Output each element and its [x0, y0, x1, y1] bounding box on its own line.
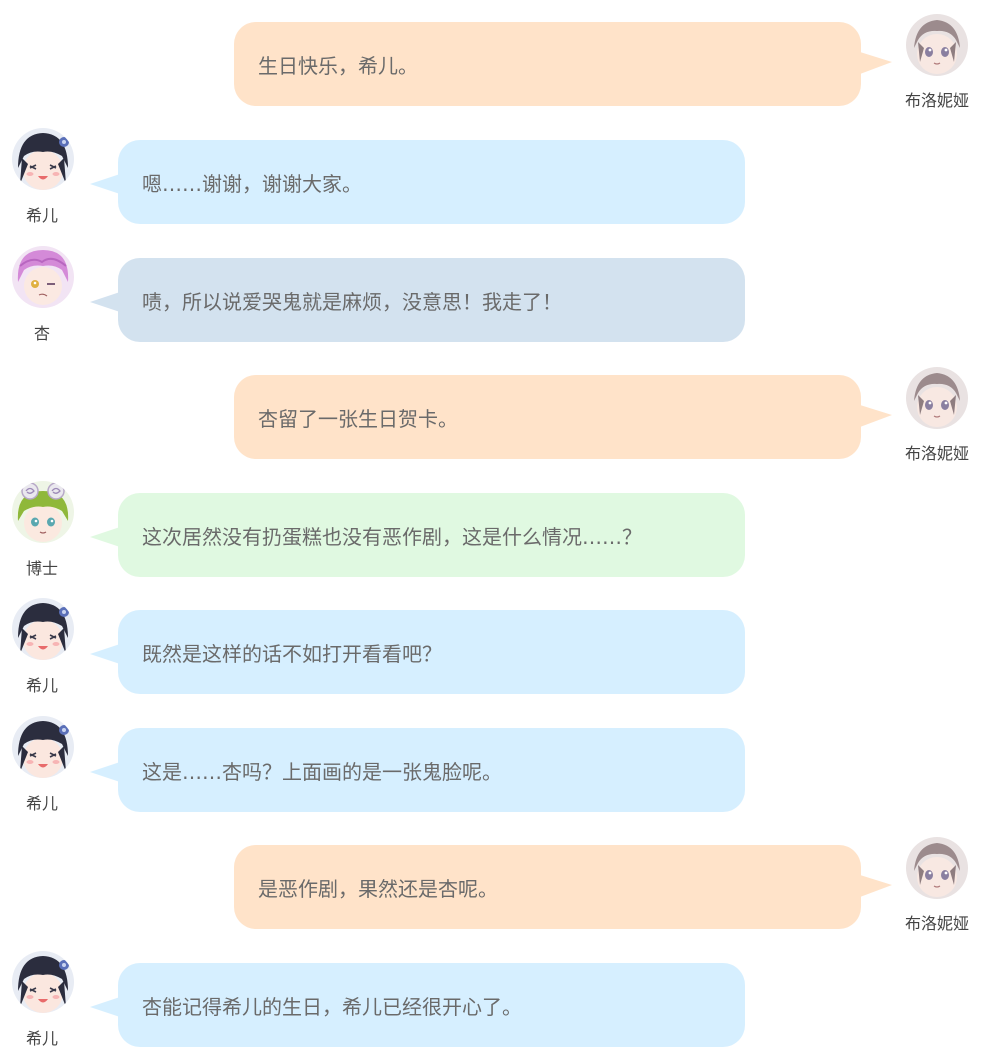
seele-avatar[interactable]: [12, 716, 74, 778]
chat-message: 这次居然没有扔蛋糕也没有恶作剧，这是什么情况……？ 博士: [0, 471, 987, 578]
speaker-name: 布洛妮娅: [904, 914, 969, 933]
message-bubble[interactable]: 生日快乐，希儿。: [234, 22, 861, 106]
message-text: 是恶作剧，果然还是杏呢。: [258, 876, 498, 901]
speaker-name: 希儿: [25, 206, 58, 225]
message-text: 这次居然没有扔蛋糕也没有恶作剧，这是什么情况……？: [142, 524, 642, 549]
message-text: 杏能记得希儿的生日，希儿已经很开心了。: [142, 994, 522, 1019]
message-bubble[interactable]: 既然是这样的话不如打开看看吧？: [118, 610, 745, 694]
speaker-name: 希儿: [25, 794, 58, 813]
chat-message: 嗯……谢谢，谢谢大家。 希儿: [0, 118, 987, 225]
bronya-avatar[interactable]: [906, 14, 968, 76]
message-text: 生日快乐，希儿。: [258, 53, 418, 78]
message-bubble[interactable]: 嗯……谢谢，谢谢大家。: [118, 140, 745, 224]
speaker-name: 布洛妮娅: [904, 91, 969, 110]
doctor-avatar[interactable]: [12, 481, 74, 543]
speaker-name: 博士: [25, 559, 58, 578]
bubble-tail: [90, 174, 120, 194]
message-bubble[interactable]: 杏能记得希儿的生日，希儿已经很开心了。: [118, 963, 745, 1047]
message-bubble[interactable]: 是恶作剧，果然还是杏呢。: [234, 845, 861, 929]
message-text: 这是……杏吗？上面画的是一张鬼脸呢。: [142, 759, 502, 784]
message-bubble[interactable]: 啧，所以说爱哭鬼就是麻烦，没意思！我走了！: [118, 258, 745, 342]
bronya-avatar[interactable]: [906, 837, 968, 899]
bubble-tail: [90, 292, 120, 312]
chat-message: 杏能记得希儿的生日，希儿已经很开心了。 希儿: [0, 941, 987, 1048]
chat-message: 杏留了一张生日贺卡。 布洛妮娅: [0, 353, 987, 463]
chat-message: 啧，所以说爱哭鬼就是麻烦，没意思！我走了！ 杏: [0, 236, 987, 343]
bubble-tail: [90, 762, 120, 782]
seele-avatar[interactable]: [12, 598, 74, 660]
message-text: 既然是这样的话不如打开看看吧？: [142, 641, 442, 666]
bubble-tail: [860, 405, 892, 427]
xing-avatar[interactable]: [12, 246, 74, 308]
bubble-tail: [90, 527, 120, 547]
message-bubble[interactable]: 杏留了一张生日贺卡。: [234, 375, 861, 459]
message-text: 啧，所以说爱哭鬼就是麻烦，没意思！我走了！: [142, 289, 562, 314]
message-text: 嗯……谢谢，谢谢大家。: [142, 171, 362, 196]
bubble-tail: [90, 997, 120, 1017]
seele-avatar[interactable]: [12, 951, 74, 1013]
speaker-name: 布洛妮娅: [904, 444, 969, 463]
bubble-tail: [860, 52, 892, 74]
speaker-name: 希儿: [25, 1029, 58, 1048]
bronya-avatar[interactable]: [906, 367, 968, 429]
speaker-name: 杏: [33, 324, 50, 343]
chat-message: 这是……杏吗？上面画的是一张鬼脸呢。 希儿: [0, 706, 987, 813]
message-bubble[interactable]: 这是……杏吗？上面画的是一张鬼脸呢。: [118, 728, 745, 812]
chat-message: 既然是这样的话不如打开看看吧？ 希儿: [0, 588, 987, 695]
speaker-name: 希儿: [25, 676, 58, 695]
message-bubble[interactable]: 这次居然没有扔蛋糕也没有恶作剧，这是什么情况……？: [118, 493, 745, 577]
seele-avatar[interactable]: [12, 128, 74, 190]
chat-message: 是恶作剧，果然还是杏呢。 布洛妮娅: [0, 823, 987, 933]
bubble-tail: [860, 875, 892, 897]
chat-message: 生日快乐，希儿。 布洛妮娅: [0, 0, 987, 110]
bubble-tail: [90, 644, 120, 664]
message-text: 杏留了一张生日贺卡。: [258, 406, 458, 431]
